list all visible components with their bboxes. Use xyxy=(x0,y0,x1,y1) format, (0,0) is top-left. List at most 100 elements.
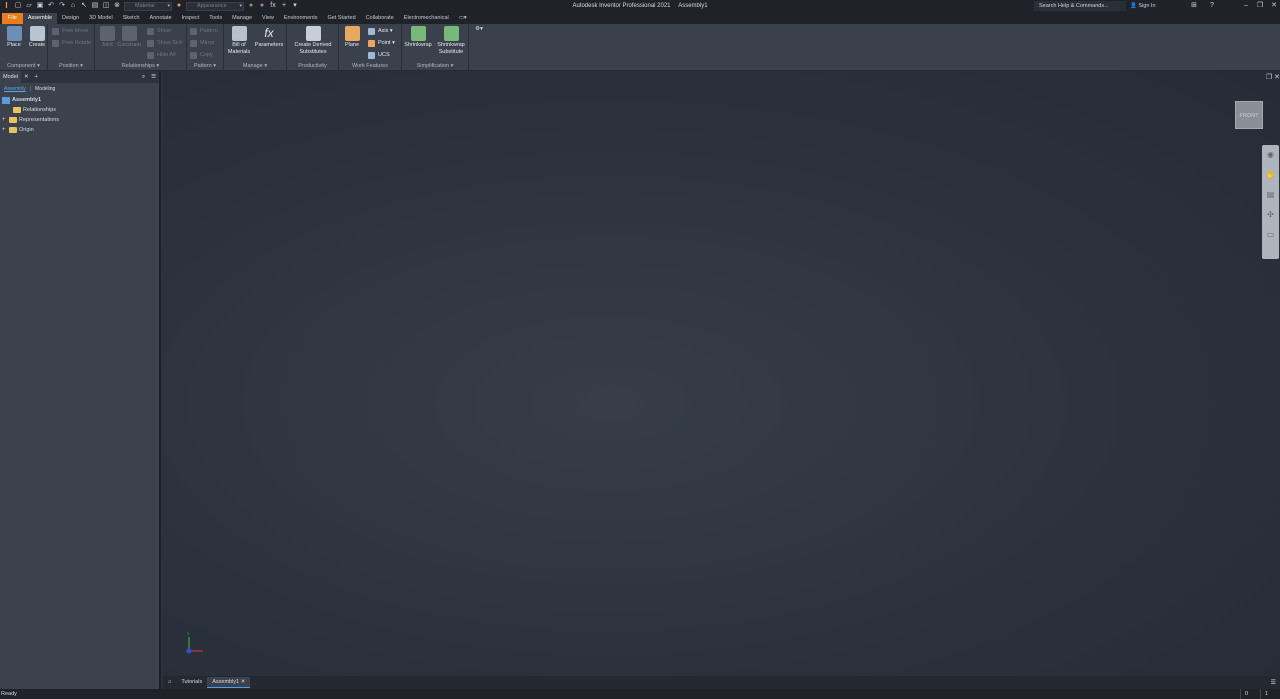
adjust-icon[interactable]: ● xyxy=(258,2,266,10)
tab-electromechanical[interactable]: Electromechanical xyxy=(399,13,454,24)
help-icon[interactable]: ? xyxy=(1206,0,1218,12)
panel-label-simplification[interactable]: Simplification ▾ xyxy=(402,62,468,71)
plus-icon[interactable]: + xyxy=(280,2,288,10)
show-sick-button[interactable]: Show Sick xyxy=(147,38,183,48)
ribbon-options-button[interactable]: ⚙▾ xyxy=(470,26,488,33)
create-label: Create xyxy=(28,42,46,48)
place-button[interactable]: Place xyxy=(2,26,26,49)
tabs-menu-icon[interactable]: ☰ xyxy=(1271,679,1280,686)
appearance-combo[interactable]: Appearance ▾ xyxy=(186,1,244,11)
update-icon[interactable]: ▤ xyxy=(91,2,99,10)
free-move-button[interactable]: Free Move xyxy=(52,26,88,36)
tab-annotate[interactable]: Annotate xyxy=(145,13,177,24)
create-derived-substitutes-button[interactable]: Create Derived Substitutes xyxy=(289,26,337,56)
restore-icon[interactable]: ❐ xyxy=(1254,0,1266,12)
panel-label-pattern[interactable]: Pattern ▾ xyxy=(187,62,223,71)
document-tabs: ⌂ Tutorials Assembly1 ✕ ☰ xyxy=(163,676,1280,689)
search-input[interactable]: Search Help & Commands... xyxy=(1034,1,1126,11)
select-icon[interactable]: ↖ xyxy=(80,2,88,10)
tree-node-origin[interactable]: + Origin xyxy=(2,125,159,135)
tab-3d-model[interactable]: 3D Model xyxy=(84,13,118,24)
tree-node-representations[interactable]: + Representations xyxy=(2,115,159,125)
clear-appearance-icon[interactable]: ● xyxy=(247,2,255,10)
zoom-icon[interactable]: ▤ xyxy=(1262,185,1279,205)
menu-icon[interactable]: ☰ xyxy=(148,74,159,80)
measure-icon[interactable]: ◫ xyxy=(102,2,110,10)
tree-node-assembly1[interactable]: Assembly1 xyxy=(2,95,159,105)
close-icon[interactable]: ✕ xyxy=(21,74,32,80)
joint-button[interactable]: Joint xyxy=(95,26,119,49)
tab-file[interactable]: File xyxy=(2,13,23,24)
show-button[interactable]: Show xyxy=(147,26,171,36)
customize-icon[interactable]: ▾ xyxy=(291,2,299,10)
look-at-icon[interactable]: ▭ xyxy=(1262,225,1279,245)
expand-icon[interactable]: + xyxy=(2,125,7,135)
pan-icon[interactable]: ✋ xyxy=(1262,165,1279,185)
video-icon[interactable]: ▭▾ xyxy=(454,13,472,24)
mirror-button[interactable]: Mirror xyxy=(190,38,214,48)
material-icon[interactable]: ⊗ xyxy=(113,2,121,10)
close-icon[interactable]: ✕ xyxy=(1268,0,1280,12)
browser-tab-model[interactable]: Model xyxy=(0,71,21,83)
material-combo[interactable]: Material ▾ xyxy=(124,1,172,11)
constrain-button[interactable]: Constrain xyxy=(117,26,141,49)
shrinkwrap-substitute-button[interactable]: Shrinkwrap Substitute xyxy=(435,26,467,56)
tab-collaborate[interactable]: Collaborate xyxy=(361,13,399,24)
tab-get-started[interactable]: Get Started xyxy=(323,13,361,24)
pattern-button[interactable]: Pattern xyxy=(190,26,218,36)
close-icon[interactable]: ✕ xyxy=(1274,74,1280,81)
fx-icon[interactable]: fx xyxy=(269,2,277,10)
search-icon[interactable]: ⌕ xyxy=(139,74,148,81)
shrinkwrap-button[interactable]: Shrinkwrap xyxy=(404,26,432,49)
steering-wheel-icon[interactable]: ◉ xyxy=(1262,145,1279,165)
doc-tab-assembly1[interactable]: Assembly1 ✕ xyxy=(207,677,251,688)
bill-of-materials-button[interactable]: Bill of Materials xyxy=(226,26,252,56)
home-icon[interactable]: ⌂ xyxy=(163,677,176,688)
redo-icon[interactable]: ↷ xyxy=(58,2,66,10)
tab-view[interactable]: View xyxy=(257,13,279,24)
graphics-viewport[interactable]: ❐ ✕ FRONT ◉ ✋ ▤ ✣ ▭ Y xyxy=(163,71,1280,676)
panel-label-relationships[interactable]: Relationships ▾ xyxy=(95,62,186,71)
undo-icon[interactable]: ↶ xyxy=(47,2,55,10)
maximize-icon[interactable]: ❐ xyxy=(1266,74,1272,81)
subtab-assembly[interactable]: Assembly xyxy=(4,86,26,92)
panel-label-manage[interactable]: Manage ▾ xyxy=(224,62,286,71)
panel-label-component[interactable]: Component ▾ xyxy=(0,62,47,71)
folder-icon xyxy=(9,127,17,133)
appearance-icon[interactable]: ● xyxy=(175,2,183,10)
plane-button[interactable]: Plane xyxy=(341,26,363,49)
copy-icon xyxy=(190,52,197,59)
inventor-logo-icon[interactable]: I xyxy=(2,1,11,11)
tab-sketch[interactable]: Sketch xyxy=(118,13,145,24)
tree-node-relationships[interactable]: Relationships xyxy=(2,105,159,115)
save-icon[interactable]: ▣ xyxy=(36,2,44,10)
hide-all-button[interactable]: Hide All xyxy=(147,50,176,60)
expand-icon[interactable]: + xyxy=(2,115,7,125)
viewcube[interactable]: FRONT xyxy=(1235,101,1263,129)
doc-tab-tutorials[interactable]: Tutorials xyxy=(176,677,207,688)
close-icon[interactable]: ✕ xyxy=(241,679,246,685)
home-icon[interactable]: ⌂ xyxy=(69,2,77,10)
parameters-button[interactable]: fx Parameters xyxy=(254,26,284,49)
tab-environments[interactable]: Environments xyxy=(279,13,323,24)
point-button[interactable]: Point ▾ xyxy=(368,38,395,48)
tab-tools[interactable]: Tools xyxy=(204,13,227,24)
tab-assemble[interactable]: Assemble xyxy=(22,13,58,24)
tab-manage[interactable]: Manage xyxy=(227,13,257,24)
minimize-icon[interactable]: – xyxy=(1240,0,1252,12)
orbit-icon[interactable]: ✣ xyxy=(1262,205,1279,225)
tab-inspect[interactable]: Inspect xyxy=(177,13,205,24)
open-icon[interactable]: ▱ xyxy=(25,2,33,10)
copy-button[interactable]: Copy xyxy=(190,50,213,60)
ucs-button[interactable]: UCS xyxy=(368,50,390,60)
subtab-modeling[interactable]: Modeling xyxy=(35,86,55,92)
create-button[interactable]: Create xyxy=(25,26,49,49)
axis-button[interactable]: Axis ▾ xyxy=(368,26,393,36)
sign-in-button[interactable]: 👤 Sign In xyxy=(1130,1,1156,11)
add-tab-icon[interactable]: + xyxy=(32,74,41,80)
free-rotate-button[interactable]: Free Rotate xyxy=(52,38,91,48)
panel-label-position[interactable]: Position ▾ xyxy=(48,62,94,71)
new-icon[interactable]: ▢ xyxy=(14,2,22,10)
cart-icon[interactable]: ⊞ xyxy=(1188,0,1200,12)
tab-design[interactable]: Design xyxy=(57,13,84,24)
